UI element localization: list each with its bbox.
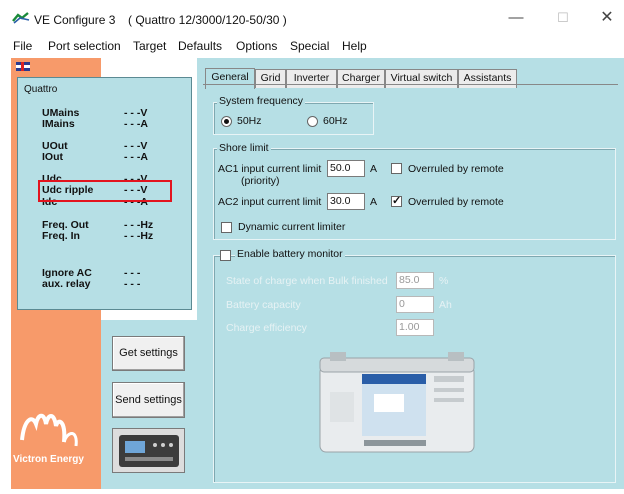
radio-50hz-label: 50Hz xyxy=(237,115,262,127)
ac2-overruled-label: Overruled by remote xyxy=(408,196,504,208)
menu-target[interactable]: Target xyxy=(133,39,166,53)
efficiency-input[interactable]: 1.00 xyxy=(396,319,434,336)
ac2-limit-label: AC2 input current limit xyxy=(218,196,322,208)
ac1-overruled-label: Overruled by remote xyxy=(408,163,504,175)
menu-file[interactable]: File xyxy=(13,39,32,53)
maximize-button[interactable]: ☐ xyxy=(548,8,578,28)
stat-label-aux-relay: aux. relay xyxy=(42,278,91,290)
battery-monitor-title: Enable battery monitor xyxy=(235,248,345,260)
app-icon xyxy=(12,12,30,24)
efficiency-label: Charge efficiency xyxy=(226,322,307,334)
device-title: ( Quattro 12/3000/120-50/30 ) xyxy=(128,13,287,27)
radio-60hz-label: 60Hz xyxy=(323,115,348,127)
menu-options[interactable]: Options xyxy=(236,39,277,53)
language-flag-icon[interactable] xyxy=(16,62,30,71)
menu-help[interactable]: Help xyxy=(342,39,367,53)
device-display-icon xyxy=(119,435,179,467)
soc-unit: % xyxy=(439,275,449,287)
tab-inverter[interactable]: Inverter xyxy=(286,69,337,88)
ac1-overruled-checkbox[interactable] xyxy=(391,163,402,174)
tab-virtual-switch[interactable]: Virtual switch xyxy=(385,69,458,88)
stat-value-iout: - - -A xyxy=(124,151,148,163)
stat-label-freq-in: Freq. In xyxy=(42,230,80,242)
capacity-input[interactable]: 0 xyxy=(396,296,434,313)
stat-label-iout: IOut xyxy=(42,151,63,163)
get-settings-button[interactable]: Get settings xyxy=(112,336,185,371)
ac2-unit: A xyxy=(370,196,378,208)
shore-limit-title: Shore limit xyxy=(217,142,271,154)
battery-image-icon xyxy=(319,352,475,453)
minimize-button[interactable]: — xyxy=(501,8,531,28)
capacity-label: Battery capacity xyxy=(226,299,301,311)
ac1-priority-label: (priority) xyxy=(241,175,280,187)
victron-logo-icon xyxy=(20,413,78,447)
stat-value-aux-relay: - - - xyxy=(124,278,141,290)
dynamic-limiter-label: Dynamic current limiter xyxy=(238,221,346,233)
enable-battery-monitor-checkbox[interactable] xyxy=(220,250,231,261)
ac1-limit-label: AC1 input current limit xyxy=(218,163,322,175)
device-panel-image[interactable] xyxy=(112,428,185,473)
stat-value-freq-in: - - -Hz xyxy=(124,230,154,242)
menu-special[interactable]: Special xyxy=(290,39,329,53)
menu-port-selection[interactable]: Port selection xyxy=(48,39,121,53)
soc-label: State of charge when Bulk finished xyxy=(226,275,388,287)
close-button[interactable]: ✕ xyxy=(592,8,622,28)
soc-input[interactable]: 85.0 xyxy=(396,272,434,289)
capacity-unit: Ah xyxy=(439,299,452,311)
ac2-overruled-checkbox[interactable]: ✓ xyxy=(391,196,402,207)
system-frequency-title: System frequency xyxy=(217,95,306,107)
device-name-label: Quattro xyxy=(24,84,58,95)
menu-defaults[interactable]: Defaults xyxy=(178,39,222,53)
dynamic-limiter-checkbox[interactable] xyxy=(221,222,232,233)
highlight-udc-ripple xyxy=(38,180,172,202)
stat-label-imains: IMains xyxy=(42,118,75,130)
stat-value-imains: - - -A xyxy=(124,118,148,130)
tab-charger[interactable]: Charger xyxy=(337,69,385,88)
ac1-unit: A xyxy=(370,163,378,175)
tab-assistants[interactable]: Assistants xyxy=(458,69,517,88)
ac2-limit-input[interactable]: 30.0 xyxy=(327,193,365,210)
title-bar: VE Configure 3 ( Quattro 12/3000/120-50/… xyxy=(0,0,624,34)
menu-bar: File Port selection Target Defaults Opti… xyxy=(0,36,624,56)
app-title: VE Configure 3 xyxy=(34,13,116,27)
tab-grid[interactable]: Grid xyxy=(255,69,286,88)
tab-general[interactable]: General xyxy=(205,68,255,89)
radio-50hz[interactable] xyxy=(221,116,232,127)
ac1-limit-input[interactable]: 50.0 xyxy=(327,160,365,177)
brand-name: Victron Energy xyxy=(13,454,84,465)
send-settings-button[interactable]: Send settings xyxy=(112,382,185,418)
tab-divider xyxy=(203,84,618,85)
radio-60hz[interactable] xyxy=(307,116,318,127)
